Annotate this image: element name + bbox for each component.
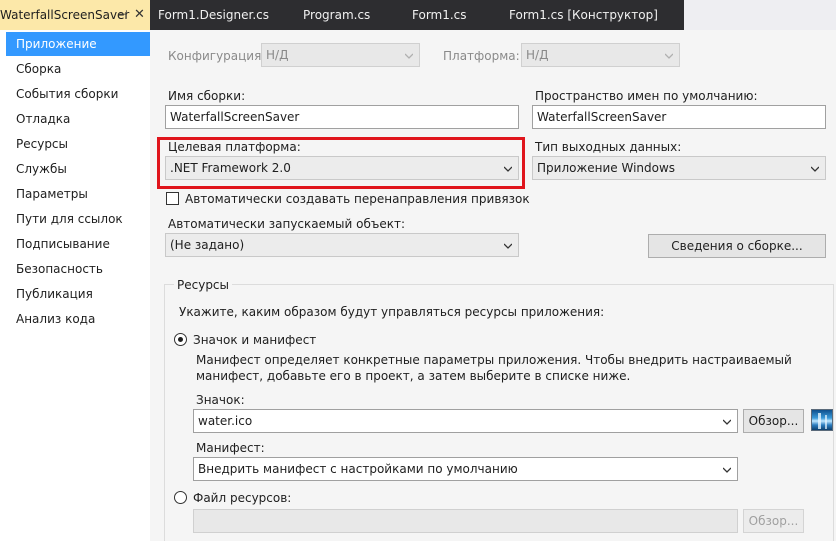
chevron-down-icon [723, 467, 731, 473]
output-type-value: Приложение Windows [537, 161, 676, 175]
platform-value: Н/Д [526, 48, 549, 62]
configuration-value: Н/Д [266, 48, 289, 62]
assembly-name-label: Имя сборки: [168, 89, 246, 103]
chevron-down-icon [405, 53, 413, 59]
chevron-down-icon [723, 419, 731, 425]
tab-label: Form1.Designer.cs [158, 8, 269, 22]
resources-group-title: Ресурсы [174, 278, 233, 292]
icon-value: water.ico [198, 414, 253, 428]
chevron-down-icon [504, 243, 512, 249]
default-namespace-label: Пространство имен по умолчанию: [535, 89, 758, 103]
browse-icon-button[interactable]: Обзор... [743, 409, 804, 433]
startup-object-select[interactable]: (Не задано) [165, 233, 519, 257]
sidebar-item-services[interactable]: Службы [6, 157, 144, 181]
tab-label: Program.cs [303, 8, 371, 22]
binding-redirects-label: Автоматически создавать перенаправления … [185, 192, 530, 206]
document-tab-strip: WaterfallScreenSaver ⊣ ✕ Form1.Designer.… [0, 0, 836, 30]
output-type-select[interactable]: Приложение Windows [532, 156, 826, 180]
tab-label: WaterfallScreenSaver [0, 8, 130, 22]
application-properties-page: Конфигурация: Н/Д Платформа: Н/Д Имя сбо… [150, 30, 836, 541]
sidebar-item-reference-paths[interactable]: Пути для ссылок [6, 207, 144, 231]
close-icon[interactable]: ✕ [134, 0, 145, 30]
manifest-select[interactable]: Внедрить манифест с настройками по умолч… [193, 457, 738, 481]
output-type-label: Тип выходных данных: [535, 140, 682, 154]
browse-resource-file-button: Обзор... [743, 509, 804, 533]
manifest-description-line1: Манифест определяет конкретные параметры… [196, 353, 792, 367]
configuration-label: Конфигурация: [168, 49, 266, 63]
default-namespace-input[interactable]: WaterfallScreenSaver [532, 105, 826, 129]
highlight-box [157, 137, 525, 189]
tab-form1[interactable]: Form1.cs [412, 0, 467, 30]
sidebar-item-build[interactable]: Сборка [6, 57, 144, 81]
assembly-info-button[interactable]: Сведения о сборке... [648, 234, 826, 258]
assembly-name-input[interactable]: WaterfallScreenSaver [165, 105, 519, 129]
sidebar-item-debug[interactable]: Отладка [6, 107, 144, 131]
manifest-description-line2: манифест, добавьте его в проект, а затем… [196, 369, 631, 383]
tab-form1-designer[interactable]: Form1.Designer.cs [158, 0, 269, 30]
sidebar-item-application[interactable]: Приложение [6, 32, 156, 56]
tab-waterfallscreensaver[interactable]: WaterfallScreenSaver ⊣ ✕ [0, 0, 150, 30]
manifest-value: Внедрить манифест с настройками по умолч… [198, 462, 518, 476]
sidebar-item-security[interactable]: Безопасность [6, 257, 144, 281]
resource-file-radio[interactable] [174, 491, 187, 504]
configuration-select: Н/Д [261, 43, 420, 67]
icon-label: Значок: [196, 393, 245, 407]
tab-form1-designer-view[interactable]: Form1.cs [Конструктор] [509, 0, 658, 30]
chevron-down-icon [665, 53, 673, 59]
properties-sidebar: Приложение Сборка События сборки Отладка… [0, 30, 156, 541]
resource-file-radio-label: Файл ресурсов: [193, 491, 292, 505]
sidebar-item-build-events[interactable]: События сборки [6, 82, 144, 106]
icon-manifest-radio-label: Значок и манифест [193, 333, 317, 347]
platform-select: Н/Д [521, 43, 680, 67]
chevron-down-icon [811, 166, 819, 172]
sidebar-item-settings[interactable]: Параметры [6, 182, 144, 206]
tab-program[interactable]: Program.cs [303, 0, 370, 30]
tab-label: Form1.cs [412, 8, 467, 22]
pin-icon[interactable]: ⊣ [118, 0, 128, 30]
resource-file-input [193, 509, 738, 533]
startup-object-value: (Не задано) [170, 238, 245, 252]
manifest-label: Манифест: [196, 441, 265, 455]
startup-object-label: Автоматически запускаемый объект: [168, 217, 406, 231]
icon-select[interactable]: water.ico [193, 409, 738, 433]
waterfall-icon [811, 409, 833, 431]
sidebar-item-resources[interactable]: Ресурсы [6, 132, 144, 156]
tab-label: Form1.cs [Конструктор] [509, 8, 658, 22]
icon-manifest-radio[interactable] [174, 333, 187, 346]
platform-label: Платформа: [443, 49, 520, 63]
sidebar-item-code-analysis[interactable]: Анализ кода [6, 307, 144, 331]
binding-redirects-checkbox[interactable] [166, 192, 179, 205]
resources-hint: Укажите, каким образом будут управляться… [179, 305, 605, 319]
sidebar-item-publish[interactable]: Публикация [6, 282, 144, 306]
sidebar-item-signing[interactable]: Подписывание [6, 232, 144, 256]
